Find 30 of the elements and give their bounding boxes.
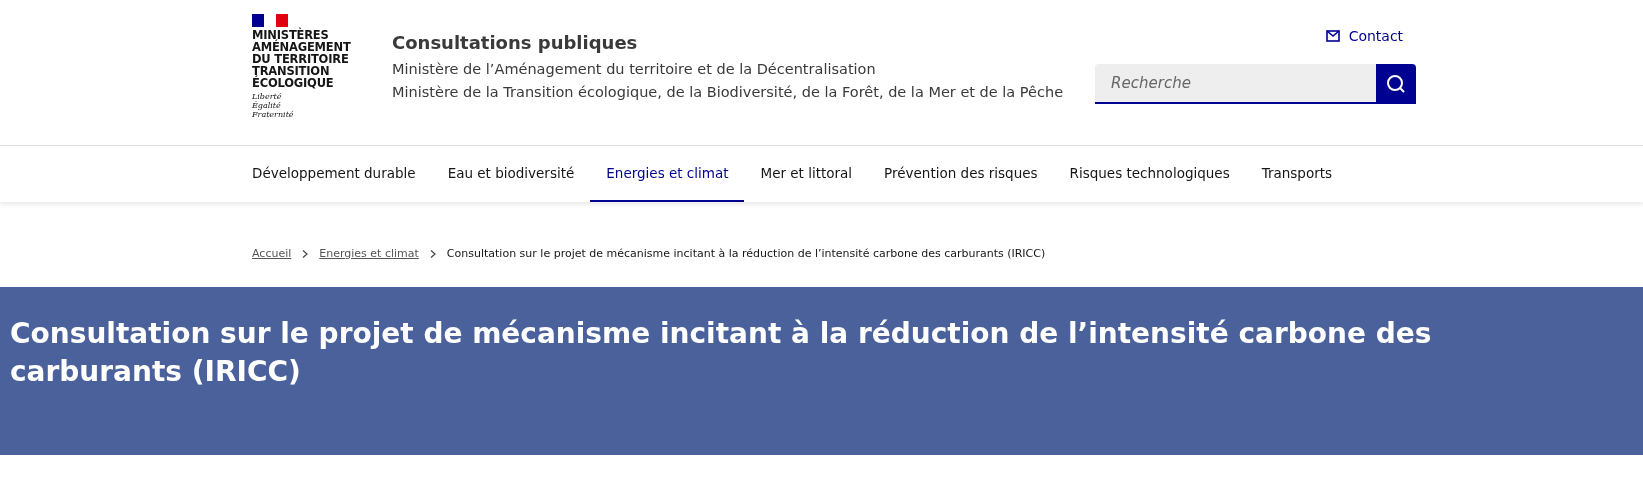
ministry-name: DU TERRITOIRE — [252, 53, 350, 65]
ministry-name: ÉCOLOGIQUE — [252, 77, 335, 89]
ministry-name: MINISTÈRES — [252, 29, 329, 41]
search-field[interactable]: Recherche — [1095, 64, 1377, 104]
motto: Fraternité — [252, 110, 295, 119]
breadcrumb-link[interactable]: Accueil — [252, 247, 292, 260]
motto: Liberté — [252, 92, 283, 101]
site-subtitle: Ministère de la Transition écologique, de la Biodiversité, de la Forêt, de la Mer et de la Pêche — [392, 83, 1064, 102]
flag-icon — [252, 14, 288, 27]
mail-icon — [1325, 30, 1340, 42]
nav-tab[interactable]: Prévention des risques — [868, 146, 1054, 202]
ministry-name: TRANSITION — [252, 65, 330, 77]
page-title: Consultation sur le projet de mécanisme incitant à la réduction de l’intensité carbone des carburants (IRICC) — [10, 316, 1433, 390]
breadcrumb-current: Consultation sur le projet de mécanisme incitant à la réduction de l’intensité carbone des carburants (IRICC) — [446, 247, 1046, 260]
nav-tab[interactable]: Transports — [1245, 146, 1349, 202]
site-title: Consultations publiques — [392, 32, 639, 53]
search-button[interactable] — [1376, 64, 1417, 104]
contact-link[interactable]: Contact — [1325, 28, 1404, 44]
nav-tab[interactable]: Eau et biodiversité — [431, 146, 591, 202]
search-icon — [1386, 74, 1407, 94]
nav-tab[interactable]: Mer et littoral — [744, 146, 869, 202]
ministry-name: AMÉNAGEMENT — [252, 41, 352, 53]
nav-tab[interactable]: Risques technologiques — [1053, 146, 1246, 202]
chevron-icon — [428, 249, 437, 258]
nav-tab[interactable]: Energies et climat — [590, 146, 745, 202]
breadcrumb-link[interactable]: Energies et climat — [319, 247, 419, 260]
motto: Égalité — [252, 101, 281, 110]
nav-tab[interactable]: Développement durable — [236, 146, 432, 202]
chevron-icon — [301, 249, 310, 258]
site-subtitle: Ministère de l’Aménagement du territoire et de la Décentralisation — [392, 60, 877, 79]
